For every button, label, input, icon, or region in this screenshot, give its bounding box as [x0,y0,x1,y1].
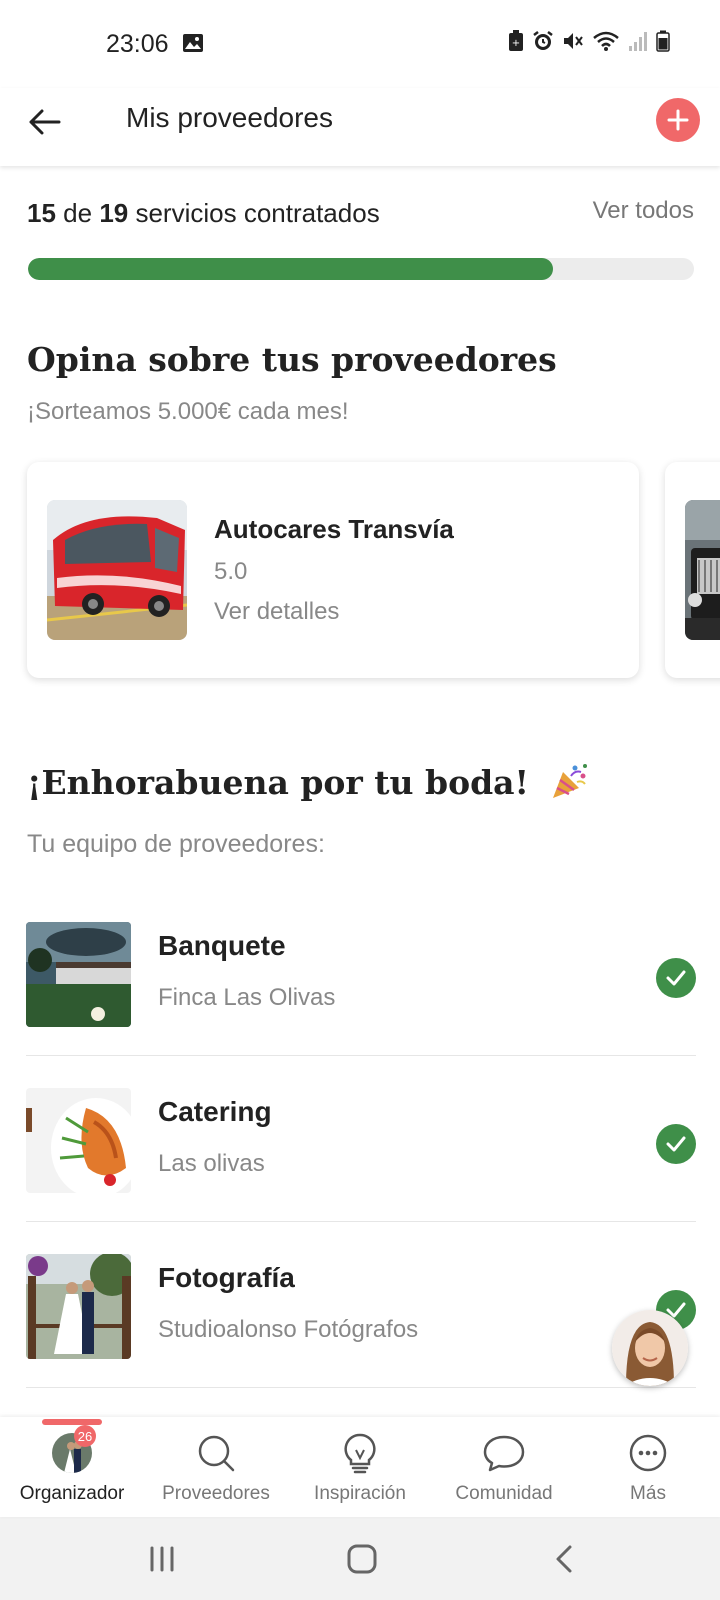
review-vendor-rating: 5.0 [214,558,248,585]
home-button[interactable] [340,1537,384,1581]
bus-photo [47,500,187,640]
nav-proveedores[interactable]: Proveedores [144,1431,288,1515]
view-details-link[interactable]: Ver detalles [214,598,339,626]
dish-photo [26,1088,131,1193]
party-popper-icon [549,762,589,808]
vendor-name: Las olivas [158,1150,265,1177]
nav-comunidad[interactable]: Comunidad [432,1431,576,1515]
reviews-title: Opina sobre tus proveedores [27,340,557,379]
vendor-category: Fotografía [158,1262,295,1293]
contracted-summary: 15 de 19 servicios contratados [27,198,380,229]
contracted-connector: de [63,198,93,228]
venue-photo [26,922,131,1027]
nav-label: Más [630,1483,666,1504]
contracted-progress-fill [28,258,554,280]
arrow-left-icon [29,109,61,135]
system-navigation-bar [0,1517,720,1600]
image-icon [182,33,204,53]
nav-avatar-wrapper: 26 [50,1425,96,1475]
vendor-row-catering[interactable]: Catering Las olivas [26,1056,696,1222]
battery-saver-icon: + [508,30,524,52]
wedding-photo [26,1254,131,1359]
svg-text:+: + [512,38,520,49]
active-tab-indicator [42,1419,102,1425]
check-icon [656,958,696,998]
bottom-navigation: 26 Organizador Proveedores Inspiración C… [0,1417,720,1517]
see-all-link[interactable]: Ver todos [593,197,694,225]
team-subtitle: Tu equipo de proveedores: [27,830,325,858]
review-card[interactable]: Autocares Transvía 5.0 Ver detalles [27,462,639,678]
plus-icon [667,109,689,131]
assistant-chat-avatar[interactable] [612,1310,688,1386]
vendor-category: Banquete [158,930,286,961]
review-card-next[interactable] [665,462,720,678]
contracted-progress-bar [28,258,694,280]
notification-badge: 26 [74,1425,96,1447]
nav-organizador[interactable]: 26 Organizador [0,1425,144,1515]
recent-apps-icon [150,1546,174,1572]
contracted-suffix: servicios contratados [135,198,380,228]
vendor-row-fotografia[interactable]: Fotografía Studioalonso Fotógrafos [26,1222,696,1388]
status-icons: + [508,30,670,52]
nav-label: Proveedores [162,1483,270,1504]
reviews-subtitle: ¡Sorteamos 5.000€ cada mes! [27,398,349,425]
home-icon [347,1544,377,1574]
battery-icon [656,30,670,52]
page-title: Mis proveedores [126,102,333,133]
review-vendor-name: Autocares Transvía [214,514,454,544]
check-icon [656,1124,696,1164]
back-button[interactable] [24,102,64,142]
nav-label: Inspiración [314,1483,406,1504]
congrats-text: ¡Enhorabuena por tu boda! [27,763,530,802]
signal-icon [628,30,648,52]
lightbulb-icon [338,1431,382,1475]
nav-label: Organizador [19,1483,125,1504]
vendor-name: Finca Las Olivas [158,984,336,1011]
congrats-title: ¡Enhorabuena por tu boda! [27,762,589,808]
app-bar: Mis proveedores [0,88,720,166]
vendor-name: Studioalonso Fotógrafos [158,1316,419,1343]
contracted-count: 15 [27,198,56,228]
vendor-row-banquete[interactable]: Banquete Finca Las Olivas [26,890,696,1056]
alarm-icon [532,30,554,52]
nav-label: Comunidad [455,1483,553,1504]
total-count: 19 [99,198,129,228]
mute-icon [562,30,584,52]
search-icon [194,1431,238,1475]
classic-car-photo [685,500,720,640]
status-time: 23:06 [106,30,169,58]
chevron-left-icon [556,1545,572,1573]
chat-bubble-icon [482,1431,526,1475]
vendor-category: Catering [158,1096,272,1127]
recent-apps-button[interactable] [140,1537,184,1581]
more-icon [626,1431,670,1475]
nav-inspiracion[interactable]: Inspiración [288,1431,432,1515]
system-back-button[interactable] [542,1537,586,1581]
add-vendor-button[interactable] [656,98,700,142]
wifi-icon [592,30,620,52]
nav-mas[interactable]: Más [576,1431,720,1515]
status-bar: 23:06 + [0,0,720,88]
